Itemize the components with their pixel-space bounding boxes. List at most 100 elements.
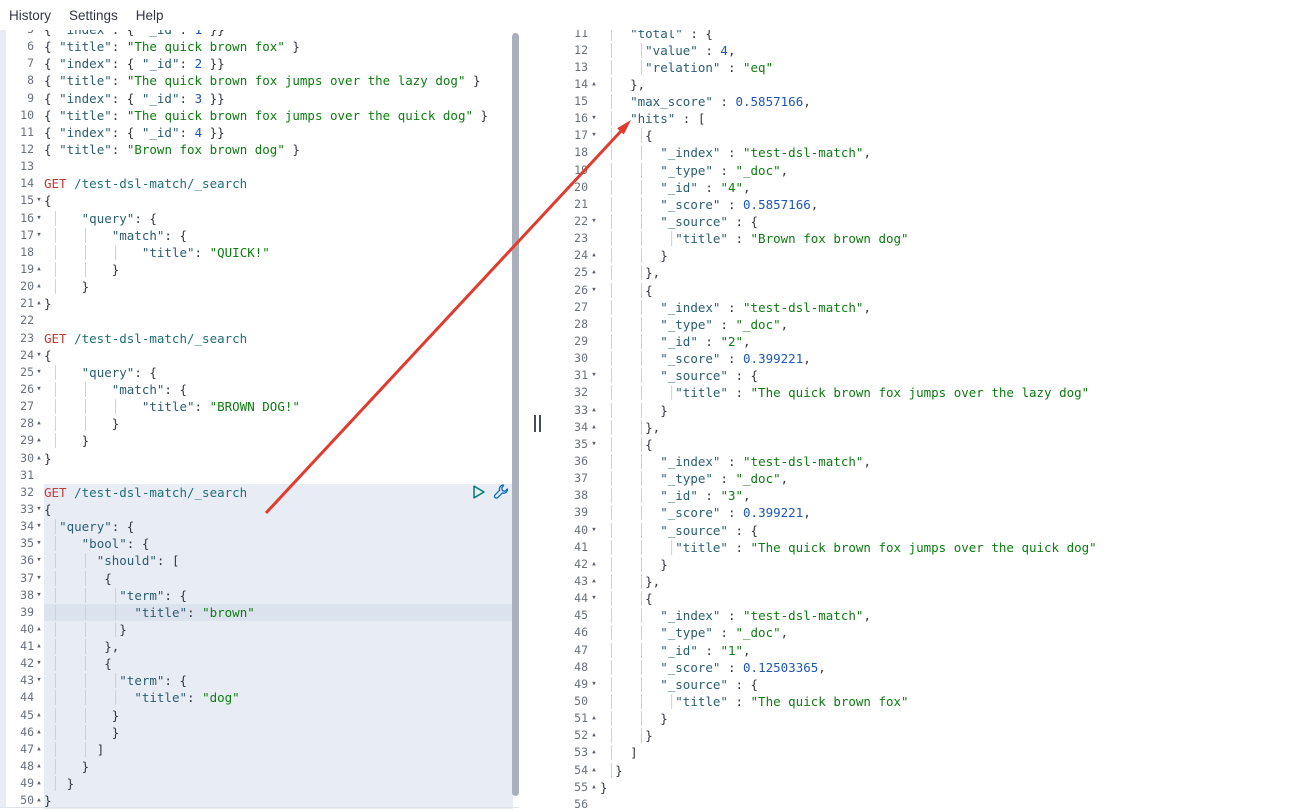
code-line-43[interactable]: 43▾ │ │ │"term": { — [6, 672, 513, 689]
response-viewer[interactable]: 11 │ "total" : {12 │ │"value" : 4,13 │ │… — [556, 30, 1309, 812]
code-line-11[interactable]: 11{ "index": { "_id": 4 }} — [6, 124, 513, 141]
fold-close-icon[interactable]: ▴ — [34, 450, 44, 467]
code-line-18[interactable]: 18 │ │ │ "title": "QUICK!" — [6, 244, 513, 261]
menu-item-settings[interactable]: Settings — [69, 8, 118, 23]
fold-close-icon[interactable]: ▴ — [34, 724, 44, 741]
fold-open-icon[interactable]: ▾ — [588, 282, 600, 299]
code-line-15[interactable]: 15 │ "max_score" : 0.5857166, — [556, 93, 1309, 110]
fold-close-icon[interactable]: ▴ — [34, 758, 44, 775]
menu-item-history[interactable]: History — [9, 8, 51, 23]
code-line-20[interactable]: 20▴ │ } — [6, 278, 513, 295]
fold-close-icon[interactable]: ▴ — [34, 278, 44, 295]
fold-close-icon[interactable]: ▴ — [34, 638, 44, 655]
fold-close-icon[interactable]: ▴ — [34, 775, 44, 792]
fold-open-icon[interactable]: ▾ — [34, 227, 44, 244]
code-line-34[interactable]: 34▾ │"query": { — [6, 518, 513, 535]
fold-close-icon[interactable]: ▴ — [34, 432, 44, 449]
code-line-12[interactable]: 12 │ │"value" : 4, — [556, 42, 1309, 59]
fold-close-icon[interactable]: ▴ — [588, 727, 600, 744]
code-line-11[interactable]: 11 │ "total" : { — [556, 30, 1309, 42]
fold-close-icon[interactable]: ▴ — [588, 556, 600, 573]
code-line-53[interactable]: 53▴ │ ] — [556, 744, 1309, 761]
code-line-10[interactable]: 10{ "title": "The quick brown fox jumps … — [6, 107, 513, 124]
menu-item-help[interactable]: Help — [136, 8, 164, 23]
code-line-17[interactable]: 17▾ │ │{ — [556, 127, 1309, 144]
fold-open-icon[interactable]: ▾ — [588, 522, 600, 539]
code-line-44[interactable]: 44 │ │ │ "title": "dog" — [6, 689, 513, 706]
fold-open-icon[interactable]: ▾ — [34, 347, 44, 364]
code-line-19[interactable]: 19▴ │ │ } — [6, 261, 513, 278]
code-line-18[interactable]: 18 │ │ "_index" : "test-dsl-match", — [556, 144, 1309, 161]
code-line-29[interactable]: 29▴ │ } — [6, 432, 513, 449]
code-line-5[interactable]: 5{ "index": { "_id": 1 }} — [6, 30, 513, 38]
code-line-37[interactable]: 37▾ │ │ { — [6, 570, 513, 587]
code-line-30[interactable]: 30▴} — [6, 450, 513, 467]
code-line-22[interactable]: 22 — [6, 312, 513, 329]
code-line-45[interactable]: 45 │ │ "_index" : "test-dsl-match", — [556, 607, 1309, 624]
code-line-45[interactable]: 45▴ │ │ } — [6, 707, 513, 724]
code-line-36[interactable]: 36▾ │ │ "should": [ — [6, 552, 513, 569]
code-line-47[interactable]: 47▴ │ │ ] — [6, 741, 513, 758]
fold-open-icon[interactable]: ▾ — [588, 127, 600, 144]
code-line-49[interactable]: 49▾ │ │ "_source" : { — [556, 676, 1309, 693]
code-line-28[interactable]: 28▴ │ │ } — [6, 415, 513, 432]
code-line-24[interactable]: 24▾{ — [6, 347, 513, 364]
code-line-38[interactable]: 38 │ │ "_id" : "3", — [556, 487, 1309, 504]
fold-close-icon[interactable]: ▴ — [588, 76, 600, 93]
fold-open-icon[interactable]: ▾ — [34, 381, 44, 398]
fold-close-icon[interactable]: ▴ — [588, 419, 600, 436]
code-line-23[interactable]: 23 │ │ │"title" : "Brown fox brown dog" — [556, 230, 1309, 247]
fold-close-icon[interactable]: ▴ — [34, 295, 44, 312]
code-line-32[interactable]: 32 │ │ │"title" : "The quick brown fox j… — [556, 384, 1309, 401]
fold-close-icon[interactable]: ▴ — [588, 779, 600, 796]
fold-open-icon[interactable]: ▾ — [588, 213, 600, 230]
code-line-9[interactable]: 9{ "index": { "_id": 3 }} — [6, 90, 513, 107]
left-editor-scrollbar[interactable] — [512, 33, 519, 796]
code-line-48[interactable]: 48 │ │ "_score" : 0.12503365, — [556, 659, 1309, 676]
code-line-16[interactable]: 16▾ │ "query": { — [6, 210, 513, 227]
code-line-46[interactable]: 46▴ │ │ } — [6, 724, 513, 741]
fold-open-icon[interactable]: ▾ — [34, 672, 44, 689]
fold-open-icon[interactable]: ▾ — [34, 518, 44, 535]
fold-open-icon[interactable]: ▾ — [588, 436, 600, 453]
code-line-44[interactable]: 44▾ │ │{ — [556, 590, 1309, 607]
code-line-31[interactable]: 31 — [6, 467, 513, 484]
fold-close-icon[interactable]: ▴ — [34, 261, 44, 278]
code-line-38[interactable]: 38▾ │ │ │"term": { — [6, 587, 513, 604]
code-line-47[interactable]: 47 │ │ "_id" : "1", — [556, 642, 1309, 659]
code-line-30[interactable]: 30 │ │ "_score" : 0.399221, — [556, 350, 1309, 367]
fold-close-icon[interactable]: ▴ — [588, 762, 600, 779]
code-line-32[interactable]: 32GET /test-dsl-match/_search — [6, 484, 513, 501]
code-line-42[interactable]: 42▴ │ │ } — [556, 556, 1309, 573]
code-line-28[interactable]: 28 │ │ "_type" : "_doc", — [556, 316, 1309, 333]
code-line-35[interactable]: 35▾ │ │{ — [556, 436, 1309, 453]
code-line-26[interactable]: 26▾ │ │ "match": { — [6, 381, 513, 398]
code-line-40[interactable]: 40▾ │ │ "_source" : { — [556, 522, 1309, 539]
code-line-7[interactable]: 7{ "index": { "_id": 2 }} — [6, 55, 513, 72]
fold-open-icon[interactable]: ▾ — [588, 590, 600, 607]
code-line-48[interactable]: 48▴ │ } — [6, 758, 513, 775]
fold-open-icon[interactable]: ▾ — [34, 552, 44, 569]
code-line-26[interactable]: 26▾ │ │{ — [556, 282, 1309, 299]
code-line-27[interactable]: 27 │ │ "_index" : "test-dsl-match", — [556, 299, 1309, 316]
code-line-21[interactable]: 21▴} — [6, 295, 513, 312]
fold-open-icon[interactable]: ▾ — [34, 501, 44, 518]
code-line-35[interactable]: 35▾ │ "bool": { — [6, 535, 513, 552]
code-line-29[interactable]: 29 │ │ "_id" : "2", — [556, 333, 1309, 350]
fold-close-icon[interactable]: ▴ — [588, 710, 600, 727]
fold-open-icon[interactable]: ▾ — [34, 210, 44, 227]
play-icon[interactable] — [471, 484, 487, 500]
code-line-13[interactable]: 13 │ │"relation" : "eq" — [556, 59, 1309, 76]
fold-open-icon[interactable]: ▾ — [588, 367, 600, 384]
code-line-51[interactable]: 51▴ │ │ } — [556, 710, 1309, 727]
fold-close-icon[interactable]: ▴ — [34, 415, 44, 432]
fold-open-icon[interactable]: ▾ — [34, 535, 44, 552]
code-line-49[interactable]: 49▴ │ } — [6, 775, 513, 792]
code-line-43[interactable]: 43▴ │ │}, — [556, 573, 1309, 590]
code-line-39[interactable]: 39 │ │ "_score" : 0.399221, — [556, 504, 1309, 521]
fold-close-icon[interactable]: ▴ — [588, 247, 600, 264]
fold-open-icon[interactable]: ▾ — [34, 192, 44, 209]
fold-close-icon[interactable]: ▴ — [588, 573, 600, 590]
code-line-55[interactable]: 55▴} — [556, 779, 1309, 796]
code-line-12[interactable]: 12{ "title": "Brown fox brown dog" } — [6, 141, 513, 158]
